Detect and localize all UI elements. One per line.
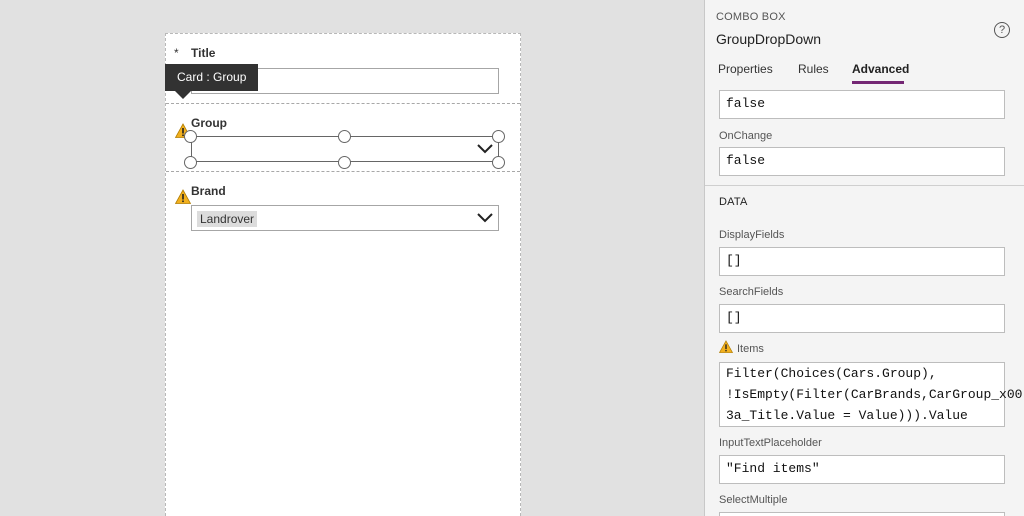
group-label: Group [191,116,227,130]
tooltip-arrow [175,91,191,99]
data-section-title: DATA [719,196,748,208]
resize-handle-bottom[interactable] [338,156,351,169]
resize-handle-bottom-right[interactable] [492,156,505,169]
chevron-down-icon[interactable] [477,212,493,224]
property-value-input[interactable]: false [719,90,1005,119]
inputtextplaceholder-label: InputTextPlaceholder [719,437,822,449]
displayfields-input[interactable]: [] [719,247,1005,276]
warning-icon [719,340,733,353]
inputtextplaceholder-input[interactable]: "Find items" [719,455,1005,484]
form-canvas: * Title Group Brand Landrover [165,33,521,516]
items-label: Items [737,343,764,355]
brand-label: Brand [191,184,226,198]
selected-item-chip[interactable]: Landrover [197,211,258,227]
selectmultiple-input[interactable] [719,512,1005,516]
tab-advanced[interactable]: Advanced [852,62,909,76]
tab-properties[interactable]: Properties [718,62,773,76]
displayfields-label: DisplayFields [719,229,785,241]
chevron-down-icon[interactable] [477,143,493,155]
brand-card[interactable]: Brand Landrover [166,173,520,243]
tab-rules[interactable]: Rules [798,62,829,76]
resize-handle-top-right[interactable] [492,130,505,143]
help-icon[interactable]: ? [994,22,1010,38]
resize-handle-top[interactable] [338,130,351,143]
searchfields-label: SearchFields [719,286,784,298]
resize-handle-bottom-left[interactable] [184,156,197,169]
brand-combobox[interactable]: Landrover [191,205,499,231]
onchange-input[interactable]: false [719,147,1005,176]
selectmultiple-label: SelectMultiple [719,494,788,506]
properties-panel: COMBO BOX GroupDropDown ? Properties Rul… [704,0,1024,516]
section-divider [705,185,1024,186]
required-mark: * [174,46,179,60]
card-tooltip: Card : Group [165,64,259,91]
control-name[interactable]: GroupDropDown [716,31,821,47]
resize-handle-top-left[interactable] [184,130,197,143]
active-tab-indicator [852,81,904,84]
title-label: Title [191,46,216,60]
control-type: COMBO BOX [716,11,786,23]
searchfields-input[interactable]: [] [719,304,1005,333]
onchange-label: OnChange [719,130,773,142]
panel-header: COMBO BOX GroupDropDown ? Properties Rul… [705,0,1024,85]
warning-icon [175,189,191,204]
group-card[interactable]: Group [166,103,520,172]
items-formula-input[interactable]: Filter(Choices(Cars.Group), !IsEmpty(Fil… [719,362,1022,427]
